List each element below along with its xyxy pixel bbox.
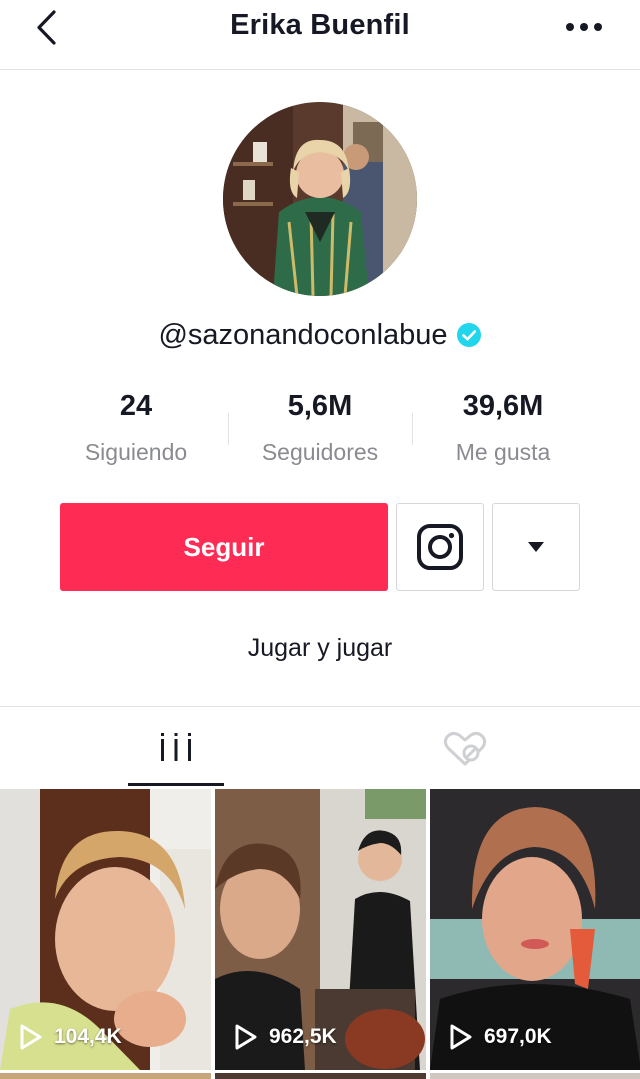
video-thumbnail[interactable]: 697,0K [430, 789, 640, 1070]
stat-divider [228, 413, 229, 445]
top-bar: Erika Buenfil [0, 0, 640, 70]
more-options-button[interactable] [560, 14, 608, 40]
active-tab-indicator [128, 783, 224, 786]
avatar-photo [223, 102, 417, 296]
page-title: Erika Buenfil [230, 9, 410, 41]
view-count: 962,5K [233, 1022, 337, 1052]
next-row-thumbnail[interactable] [215, 1073, 426, 1079]
instagram-button[interactable] [396, 503, 484, 591]
videos-grid-icon [161, 733, 191, 761]
followers-count: 5,6M [287, 390, 353, 422]
suggested-accounts-button[interactable] [492, 503, 580, 591]
tab-videos[interactable] [128, 707, 224, 787]
likes-count: 39,6M [462, 390, 544, 422]
instagram-icon [417, 524, 463, 570]
view-count-text: 104,4K [54, 1025, 122, 1048]
stat-followers[interactable]: 5,6M Seguidores [230, 390, 410, 466]
follow-button[interactable]: Seguir [60, 503, 388, 591]
profile-stats: 24 Siguiendo 5,6M Seguidores 39,6M Me gu… [0, 390, 640, 480]
following-count: 24 [119, 390, 153, 422]
liked-hidden-icon [443, 731, 487, 766]
avatar[interactable] [223, 102, 417, 296]
username: @sazonandoconlabue [158, 318, 448, 351]
next-row-thumbnail[interactable] [430, 1073, 640, 1079]
profile-bio: Jugar y jugar [247, 634, 393, 662]
following-label: Siguiendo [84, 439, 188, 465]
next-row-thumbnail[interactable] [0, 1073, 211, 1079]
view-count-text: 962,5K [269, 1025, 337, 1048]
play-icon [20, 1024, 42, 1050]
view-count-text: 697,0K [484, 1025, 552, 1048]
caret-down-icon [528, 542, 544, 552]
video-grid: 104,4K 962,5K 697,0K [0, 789, 640, 1079]
play-icon [235, 1024, 257, 1050]
tab-liked[interactable] [417, 707, 513, 787]
likes-label: Me gusta [455, 439, 551, 465]
video-thumbnail[interactable]: 962,5K [215, 789, 426, 1070]
username-row: @sazonandoconlabue [0, 318, 640, 352]
play-icon [450, 1024, 472, 1050]
view-count: 697,0K [448, 1022, 552, 1052]
more-dots-icon [566, 23, 602, 31]
stat-following[interactable]: 24 Siguiendo [46, 390, 226, 466]
followers-label: Seguidores [261, 439, 379, 465]
verified-badge-icon [456, 323, 481, 348]
stat-divider [412, 413, 413, 445]
video-thumbnail[interactable]: 104,4K [0, 789, 211, 1070]
stat-likes: 39,6M Me gusta [413, 390, 593, 466]
view-count: 104,4K [18, 1022, 122, 1052]
content-tabs [0, 706, 640, 788]
profile-page: Erika Buenfil @sazonandoconlabue 24 Sigu… [0, 0, 640, 1079]
